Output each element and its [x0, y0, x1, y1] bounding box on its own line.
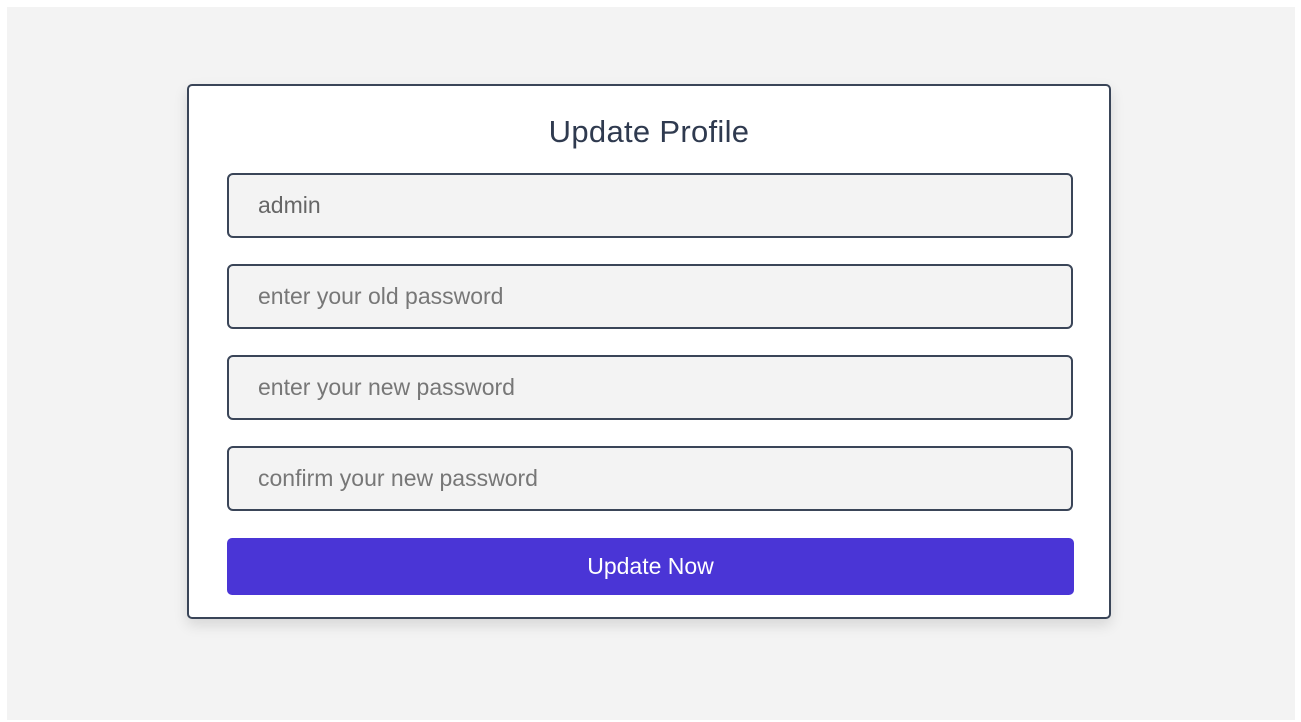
new-password-field[interactable]: [227, 355, 1073, 420]
form-title: Update Profile: [548, 114, 750, 149]
update-now-button[interactable]: Update Now: [227, 538, 1074, 595]
confirm-password-field[interactable]: [227, 446, 1073, 511]
username-field[interactable]: [227, 173, 1073, 238]
page-background: Update Profile Update Now: [7, 7, 1295, 720]
old-password-field[interactable]: [227, 264, 1073, 329]
update-profile-form: Update Profile Update Now: [187, 84, 1111, 619]
